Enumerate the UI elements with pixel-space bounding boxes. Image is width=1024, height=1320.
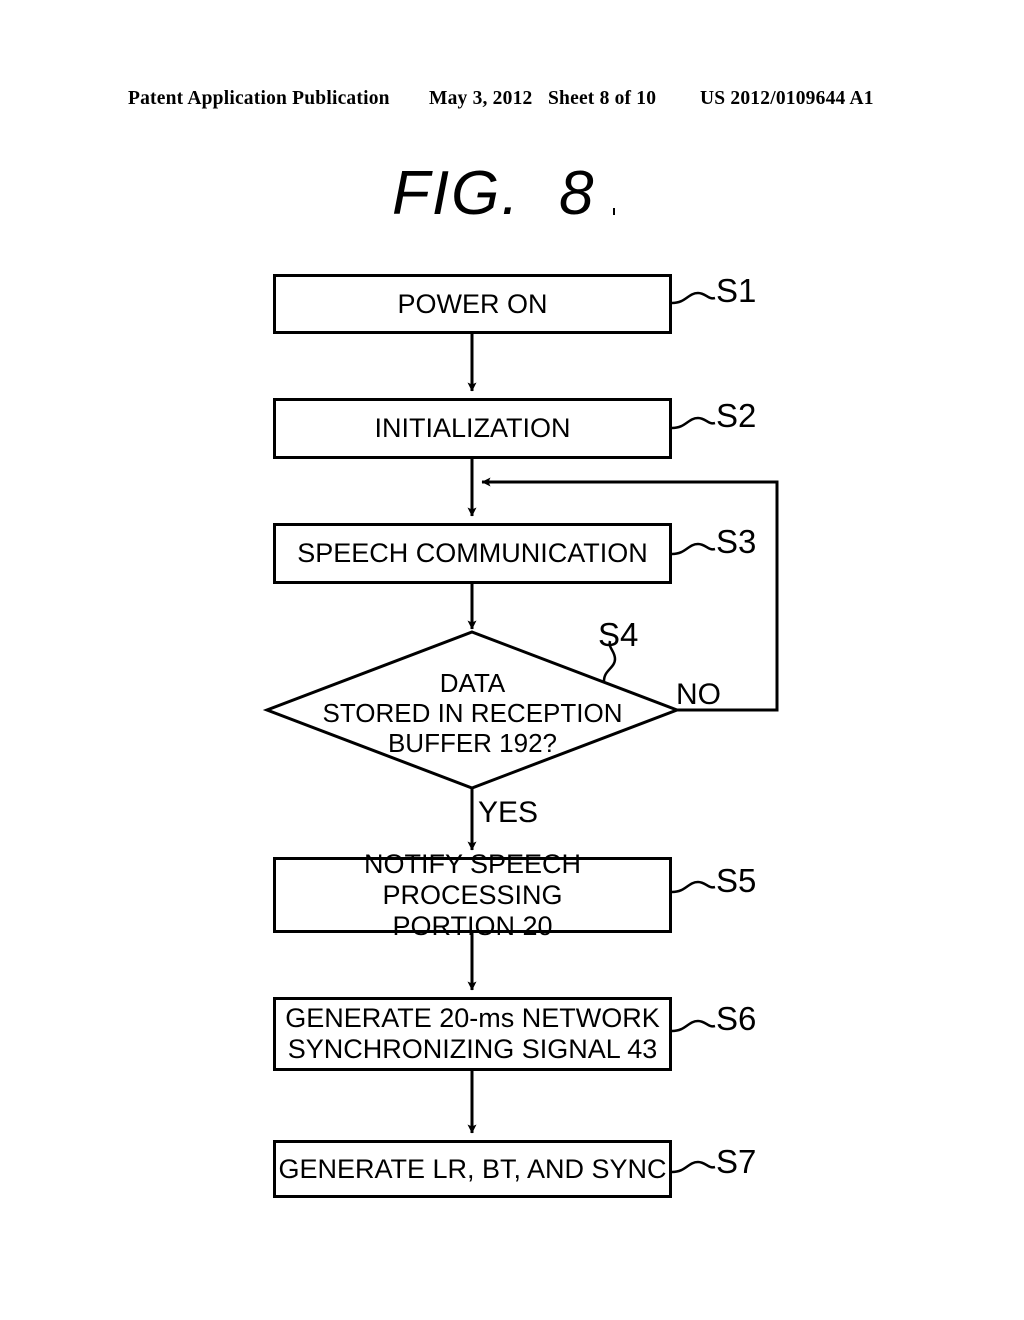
process-box-power-on[interactable]: POWER ON — [273, 274, 672, 334]
decision-box-label: DATA STORED IN RECEPTION BUFFER 192? — [322, 668, 623, 758]
process-box-notify-speech-processing[interactable]: NOTIFY SPEECH PROCESSING PORTION 20 — [273, 849, 672, 941]
step-reference-s1: S1 — [716, 272, 757, 309]
process-box-label: GENERATE 20-ms NETWORK SYNCHRONIZING SIG… — [285, 1003, 660, 1064]
leader-line-s2 — [671, 416, 716, 430]
process-box-label: SPEECH COMMUNICATION — [297, 538, 648, 568]
process-box-speech-communication[interactable]: SPEECH COMMUNICATION — [273, 523, 672, 584]
leader-line-s3 — [671, 542, 716, 556]
step-reference-s3: S3 — [716, 523, 757, 560]
leader-line-s7 — [671, 1160, 716, 1174]
process-box-generate-lr-bt-sync[interactable]: GENERATE LR, BT, AND SYNC — [273, 1140, 672, 1198]
process-box-initialization[interactable]: INITIALIZATION — [273, 398, 672, 459]
step-reference-s4: S4 — [598, 616, 639, 653]
step-reference-s7: S7 — [716, 1143, 757, 1180]
process-box-label: NOTIFY SPEECH PROCESSING PORTION 20 — [363, 848, 582, 941]
process-box-label: INITIALIZATION — [374, 413, 571, 443]
process-box-generate-network-sync[interactable]: GENERATE 20-ms NETWORK SYNCHRONIZING SIG… — [273, 997, 672, 1071]
leader-line-s1 — [671, 291, 716, 305]
leader-line-s6 — [671, 1019, 716, 1033]
leader-line-s5 — [671, 880, 716, 894]
flowchart-diagram — [262, 291, 779, 1174]
branch-label-yes: YES — [478, 796, 539, 829]
process-box-label: GENERATE LR, BT, AND SYNC — [278, 1153, 667, 1184]
step-reference-s5: S5 — [716, 862, 757, 899]
branch-label-no: NO — [676, 678, 721, 711]
process-box-label: POWER ON — [397, 288, 548, 319]
step-reference-s2: S2 — [716, 397, 757, 434]
step-reference-s6: S6 — [716, 1000, 757, 1037]
